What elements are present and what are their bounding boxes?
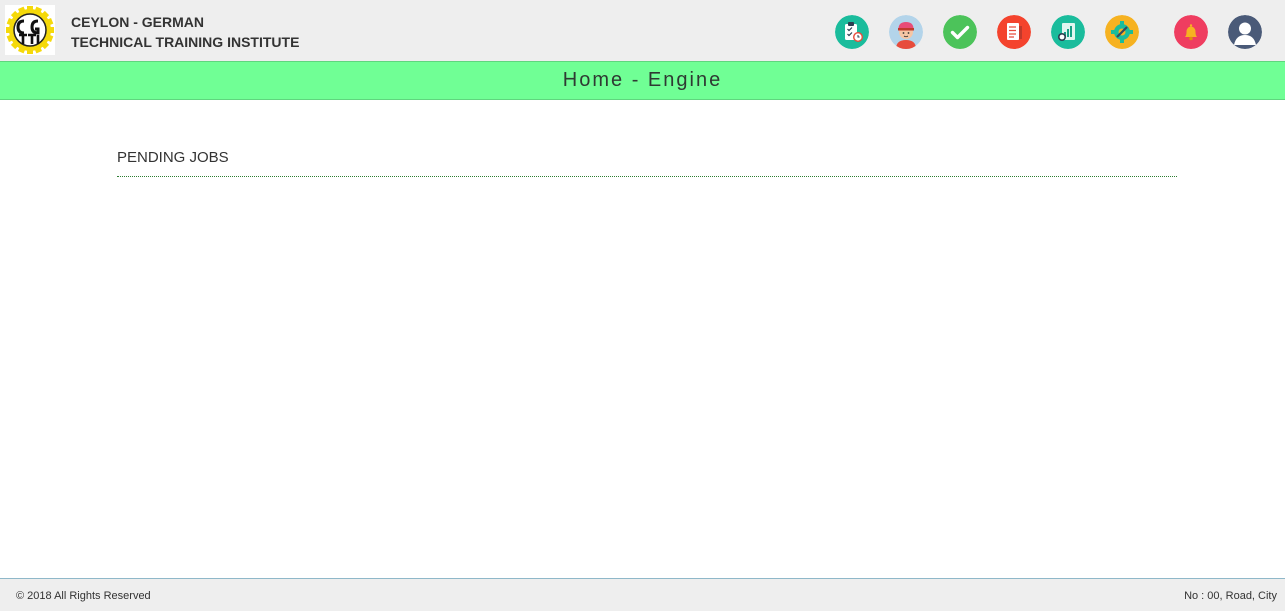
footer-address: No : 00, Road, City: [1184, 590, 1277, 602]
page-title: Home - Engine: [562, 69, 723, 91]
cgtti-logo[interactable]: [5, 5, 55, 55]
chart-report-icon[interactable]: [1051, 15, 1085, 49]
page-title-bar: Home - Engine: [0, 61, 1285, 100]
pending-jobs-section: PENDING JOBS: [117, 149, 1177, 177]
top-header: CEYLON - GERMAN TECHNICAL TRAINING INSTI…: [0, 0, 1285, 61]
org-name-line2: TECHNICAL TRAINING INSTITUTE: [71, 34, 300, 50]
footer: © 2018 All Rights Reserved No : 00, Road…: [0, 578, 1285, 611]
organization-name: CEYLON - GERMAN TECHNICAL TRAINING INSTI…: [71, 12, 299, 52]
footer-copyright: © 2018 All Rights Reserved: [16, 590, 151, 602]
notification-bell-icon[interactable]: [1174, 15, 1208, 49]
logo-gear-icon: [6, 6, 54, 54]
section-heading: PENDING JOBS: [117, 149, 1177, 177]
mechanic-avatar-icon[interactable]: [889, 15, 923, 49]
org-name-line1: CEYLON - GERMAN: [71, 14, 204, 30]
user-profile-icon[interactable]: [1228, 15, 1262, 49]
document-list-icon[interactable]: [997, 15, 1031, 49]
checkmark-icon[interactable]: [943, 15, 977, 49]
clipboard-clock-icon[interactable]: [835, 15, 869, 49]
gear-wrench-icon[interactable]: [1105, 15, 1139, 49]
